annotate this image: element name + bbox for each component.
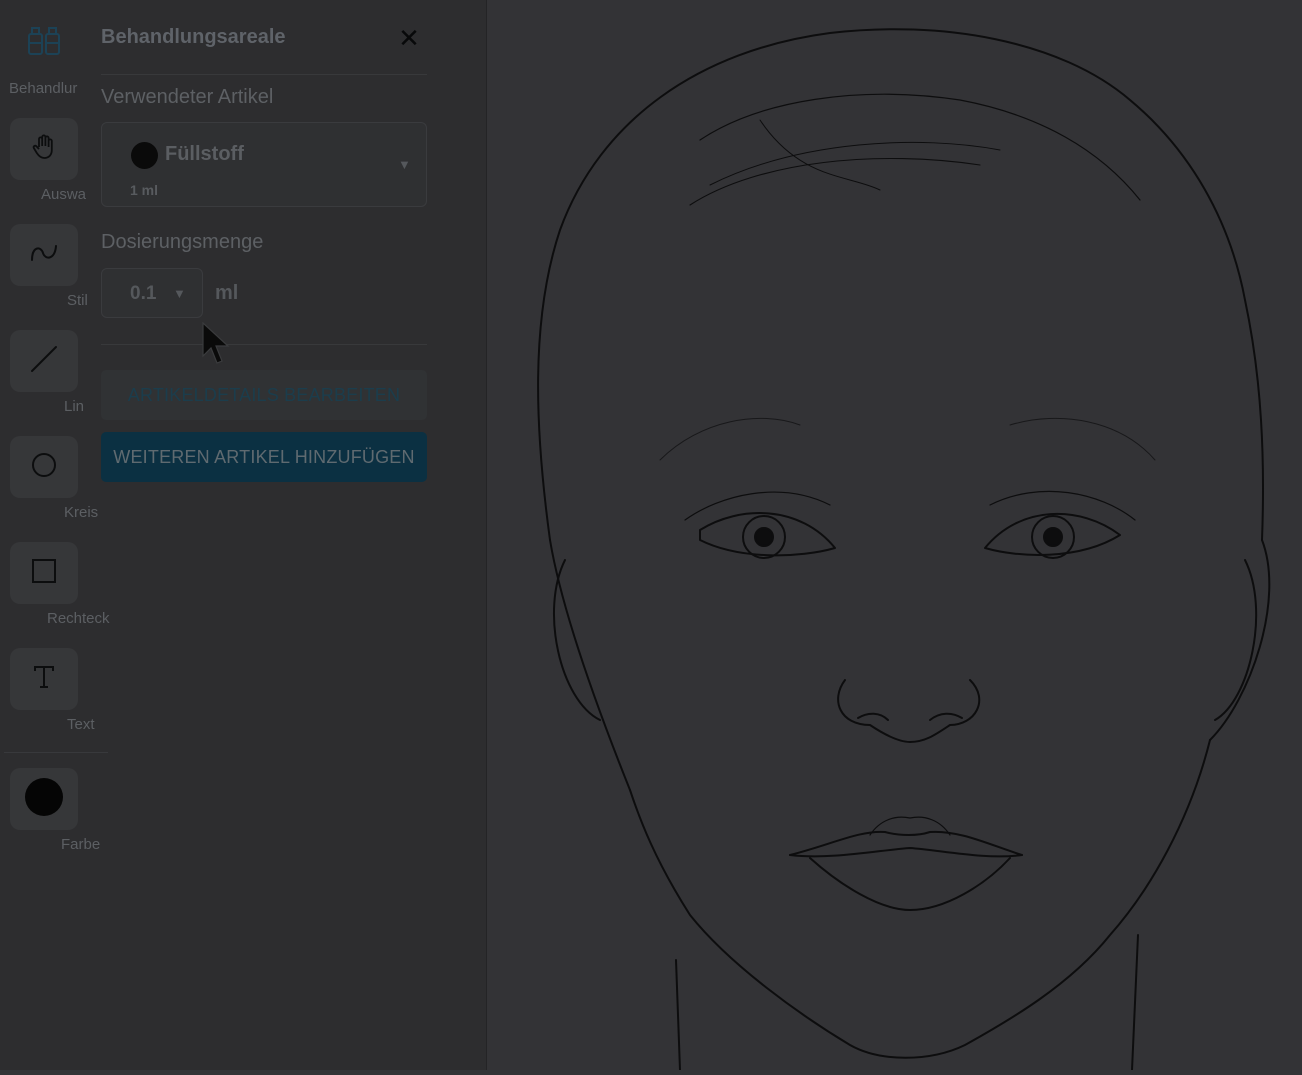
chevron-down-icon: ▼ bbox=[173, 286, 186, 301]
tool-label: Auswa bbox=[41, 186, 87, 203]
tool-label: Behandlur bbox=[9, 80, 78, 97]
rectangle-icon bbox=[30, 557, 58, 590]
dosage-unit: ml bbox=[215, 282, 239, 304]
drawing-canvas[interactable] bbox=[487, 0, 1302, 1071]
freehand-curve-icon bbox=[29, 238, 59, 273]
article-label: Verwendeter Artikel bbox=[101, 86, 274, 108]
text-icon bbox=[30, 663, 58, 696]
tool-label: Rechteck bbox=[47, 610, 110, 627]
article-amount: 1 ml bbox=[130, 182, 159, 198]
mouse-pointer-icon bbox=[202, 321, 232, 371]
article-color-dot bbox=[131, 142, 158, 169]
hand-icon bbox=[30, 133, 58, 166]
close-icon: ✕ bbox=[398, 23, 420, 53]
dosage-value: 0.1 bbox=[130, 283, 157, 304]
panel-title: Behandlungsareale bbox=[101, 26, 286, 48]
add-article-button[interactable]: WEITEREN ARTIKEL HINZUFÜGEN bbox=[101, 432, 427, 482]
circle-icon bbox=[30, 451, 58, 484]
left-panel: Behandlur Auswa Stil Lin Kreis Rechteck … bbox=[0, 0, 487, 1070]
dosage-label: Dosierungsmenge bbox=[101, 231, 264, 253]
treatment-areas-icon bbox=[26, 23, 62, 64]
tool-label: Text bbox=[67, 716, 95, 733]
face-outline-drawing bbox=[537, 28, 1271, 1071]
edit-article-button[interactable]: ARTIKELDETAILS BEARBEITEN bbox=[101, 370, 427, 420]
dosage-select[interactable]: 0.1 ▼ bbox=[101, 268, 203, 318]
tool-label: Farbe bbox=[61, 836, 101, 853]
chevron-down-icon: ▼ bbox=[398, 157, 411, 172]
divider bbox=[101, 344, 427, 345]
article-select[interactable]: Füllstoff 1 ml ▼ bbox=[101, 122, 427, 207]
color-swatch-icon bbox=[24, 777, 64, 822]
article-name: Füllstoff bbox=[165, 143, 244, 165]
line-icon bbox=[29, 344, 59, 379]
tool-label: Stil bbox=[67, 292, 88, 309]
toolbar-divider bbox=[4, 752, 108, 753]
app: Behandlur Auswa Stil Lin Kreis Rechteck … bbox=[0, 0, 1302, 1071]
close-button[interactable]: ✕ bbox=[397, 24, 421, 52]
divider bbox=[101, 74, 427, 75]
toolbar: Behandlur Auswa Stil Lin Kreis Rechteck … bbox=[0, 0, 110, 1070]
tool-label: Kreis bbox=[64, 504, 99, 521]
tool-label: Lin bbox=[64, 398, 85, 415]
